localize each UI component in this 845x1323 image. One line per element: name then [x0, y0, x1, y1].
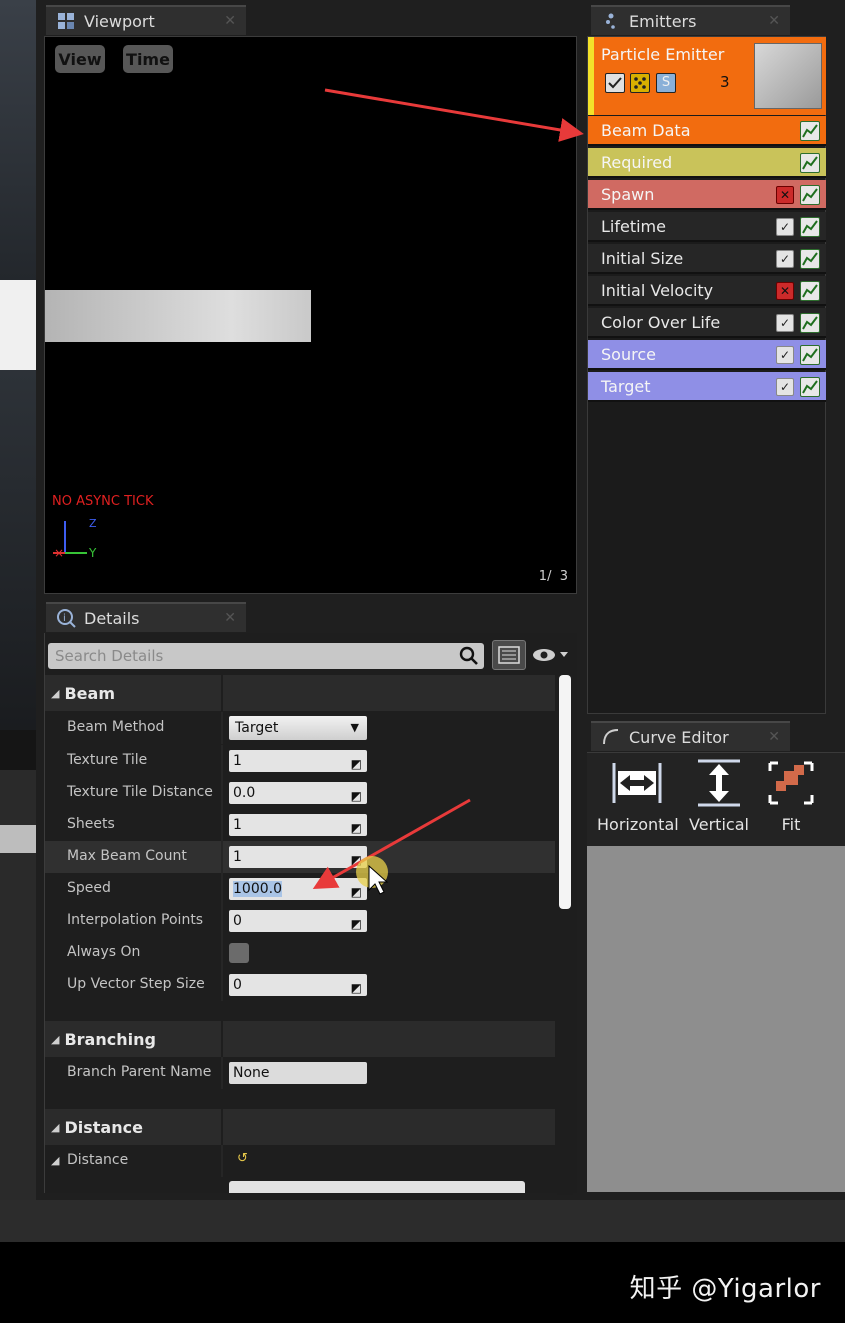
annotation-overlay	[312, 88, 584, 895]
bottom-bar	[0, 1200, 845, 1242]
watermark: 知乎 @Yigarlor	[629, 1274, 821, 1304]
annotation-arrow	[324, 88, 584, 142]
annotation-arrow	[312, 798, 471, 889]
